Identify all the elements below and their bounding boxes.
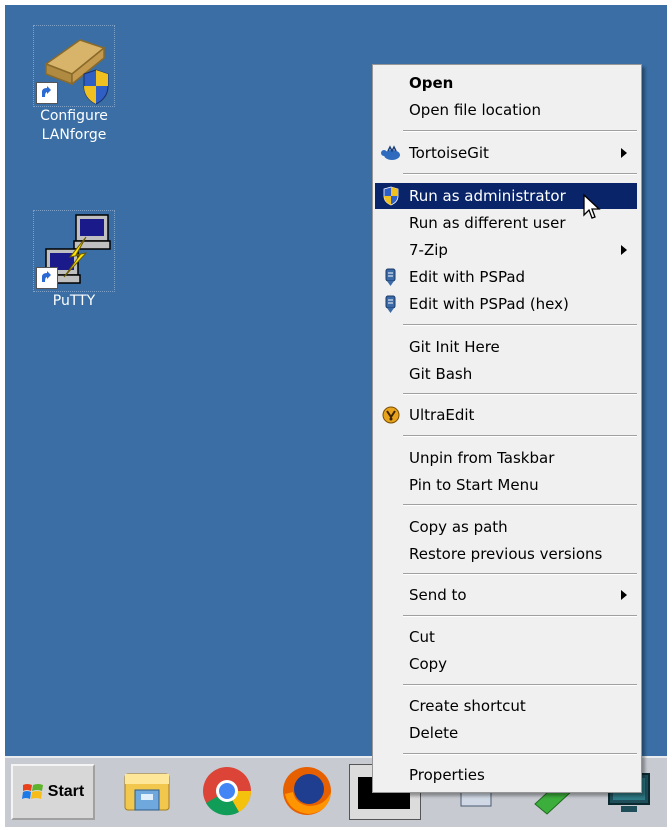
start-label: Start (47, 783, 85, 800)
menu-item-label: Send to (409, 586, 467, 604)
menu-item-label: Delete (409, 724, 459, 742)
menu-item-label: Open (409, 74, 454, 92)
windows-logo-icon (21, 784, 43, 799)
ultraedit-icon (380, 405, 402, 425)
menu-item-label: Git Bash (409, 365, 473, 383)
file-explorer-taskbar-icon[interactable] (117, 764, 177, 818)
chrome-taskbar-icon[interactable] (197, 764, 257, 818)
desktop-icon-putty[interactable]: PuTTY (29, 210, 119, 311)
menu-item-label: Git Init Here (409, 338, 500, 356)
submenu-arrow-icon (621, 245, 627, 255)
menu-item-label: Create shortcut (409, 697, 526, 715)
menu-item-unpin-from-taskbar[interactable]: Unpin from Taskbar (375, 445, 637, 471)
menu-item-label: Pin to Start Menu (409, 476, 539, 494)
menu-separator (403, 393, 637, 395)
menu-separator (403, 130, 637, 132)
menu-item-label: Run as administrator (409, 187, 566, 205)
menu-item-open-file-location[interactable]: Open file location (375, 97, 637, 123)
menu-item-pin-to-start-menu[interactable]: Pin to Start Menu (375, 472, 637, 498)
context-menu: Open Open file location TortoiseGit Run … (372, 64, 642, 793)
menu-item-label: Run as different user (409, 214, 566, 232)
firefox-taskbar-icon[interactable] (277, 764, 337, 818)
menu-item-label: Restore previous versions (409, 545, 603, 563)
menu-item-label: 7-Zip (409, 241, 448, 259)
menu-separator (403, 615, 637, 617)
menu-item-label: Open file location (409, 101, 541, 119)
menu-separator (403, 684, 637, 686)
menu-item-git-init-here[interactable]: Git Init Here (375, 334, 637, 360)
menu-item-send-to[interactable]: Send to (375, 582, 637, 608)
mouse-cursor-icon (582, 193, 602, 225)
menu-item-tortoisegit[interactable]: TortoiseGit (375, 140, 637, 166)
menu-item-7-zip[interactable]: 7-Zip (375, 237, 637, 263)
menu-separator (403, 504, 637, 506)
menu-item-copy-as-path[interactable]: Copy as path (375, 514, 637, 540)
menu-item-cut[interactable]: Cut (375, 624, 637, 650)
submenu-arrow-icon (621, 148, 627, 158)
menu-item-label: Copy as path (409, 518, 508, 536)
menu-item-ultraedit[interactable]: UltraEdit (375, 402, 637, 428)
menu-item-copy[interactable]: Copy (375, 651, 637, 677)
menu-item-git-bash[interactable]: Git Bash (375, 361, 637, 387)
pspad-icon (380, 267, 402, 287)
menu-item-label: Copy (409, 655, 448, 673)
menu-item-create-shortcut[interactable]: Create shortcut (375, 693, 637, 719)
uac-shield-icon (380, 186, 402, 206)
menu-separator (403, 173, 637, 175)
menu-separator (403, 435, 637, 437)
pspad-icon (380, 294, 402, 314)
menu-item-properties[interactable]: Properties (375, 762, 637, 788)
putty-icon (33, 210, 115, 292)
menu-item-label: Edit with PSPad (hex) (409, 295, 569, 313)
menu-item-restore-previous-versions[interactable]: Restore previous versions (375, 541, 637, 567)
menu-item-open[interactable]: Open (375, 70, 637, 96)
configure-lanforge-icon (33, 25, 115, 107)
menu-item-label: Edit with PSPad (409, 268, 526, 286)
desktop-icon-label: Configure LANforge (40, 108, 108, 143)
menu-item-label: Properties (409, 766, 485, 784)
menu-item-label: Cut (409, 628, 435, 646)
menu-item-delete[interactable]: Delete (375, 720, 637, 746)
shortcut-arrow-icon (36, 82, 58, 104)
desktop-icon-label: PuTTY (52, 293, 96, 309)
menu-item-edit-with-pspad[interactable]: Edit with PSPad (375, 264, 637, 290)
menu-item-label: Unpin from Taskbar (409, 449, 555, 467)
menu-item-label: TortoiseGit (409, 144, 489, 162)
tortoisegit-icon (380, 143, 402, 163)
menu-item-edit-with-pspad-hex[interactable]: Edit with PSPad (hex) (375, 291, 637, 317)
menu-separator (403, 753, 637, 755)
menu-separator (403, 573, 637, 575)
shortcut-arrow-icon (36, 267, 58, 289)
desktop-icon-configure-lanforge[interactable]: Configure LANforge (29, 25, 119, 145)
start-button[interactable]: Start (11, 764, 95, 820)
submenu-arrow-icon (621, 590, 627, 600)
menu-item-label: UltraEdit (409, 406, 475, 424)
menu-separator (403, 324, 637, 326)
